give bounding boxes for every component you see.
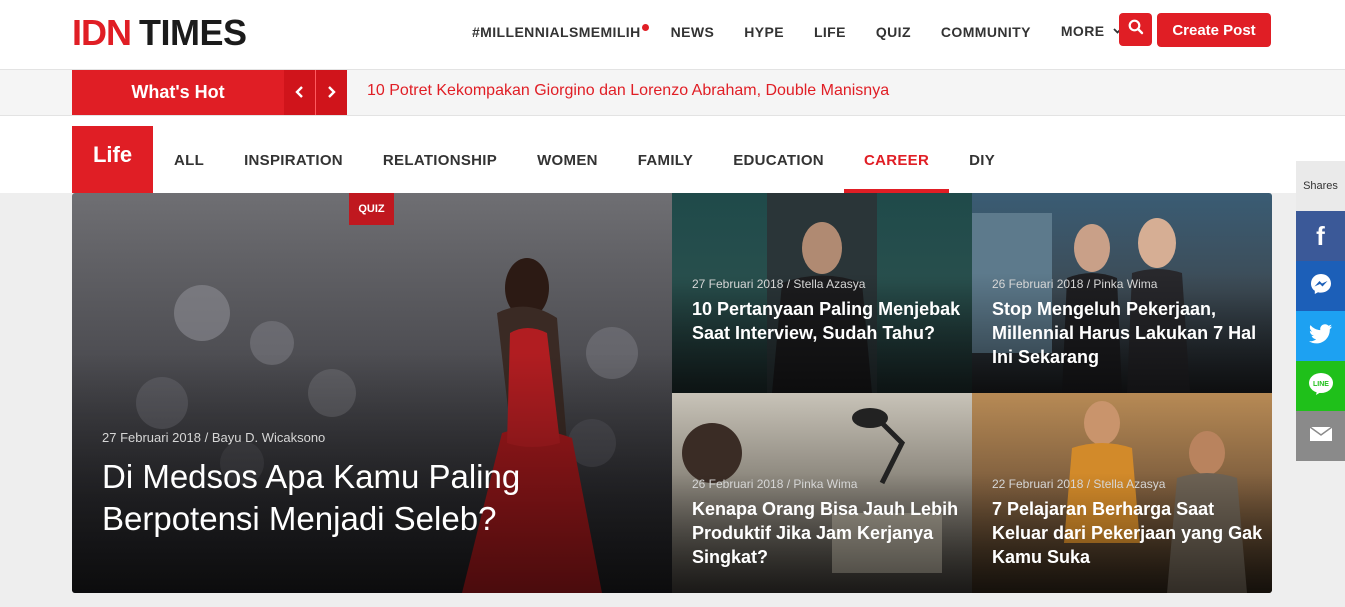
chevron-left-icon <box>295 82 304 103</box>
share-sidebar: Shares f LINE <box>1296 161 1345 461</box>
share-email-button[interactable] <box>1296 411 1345 461</box>
tab-family[interactable]: FAMILY <box>638 152 693 193</box>
svg-text:LINE: LINE <box>1313 381 1329 388</box>
share-twitter-button[interactable] <box>1296 311 1345 361</box>
nav-more[interactable]: MORE <box>1061 22 1122 41</box>
hero-article-title[interactable]: Di Medsos Apa Kamu Paling Berpotensi Men… <box>102 456 602 540</box>
search-icon <box>1128 19 1144 40</box>
notification-dot <box>641 23 649 31</box>
chevron-right-icon <box>327 82 336 103</box>
shares-label: Shares <box>1296 161 1345 211</box>
article-card[interactable]: 22 Februari 2018 / Stella Azasya 7 Pelaj… <box>972 393 1272 593</box>
nav-more-label: MORE <box>1060 23 1105 39</box>
twitter-icon <box>1308 323 1333 349</box>
article-meta: 26 Februari 2018 / Pinka Wima <box>992 277 1158 291</box>
whats-hot-prev-button[interactable] <box>284 70 316 115</box>
site-header: IDN TIMES #MILLENNIALSMEMILIH NEWS HYPE … <box>0 0 1345 70</box>
nav-millennialsmemilih[interactable]: #MILLENNIALSMEMILIH <box>472 23 649 41</box>
nav-quiz[interactable]: QUIZ <box>876 23 911 41</box>
whats-hot-label: What's Hot <box>72 70 284 115</box>
tab-women[interactable]: WOMEN <box>537 152 598 193</box>
article-meta: 26 Februari 2018 / Pinka Wima <box>692 477 858 491</box>
search-button[interactable] <box>1119 13 1152 46</box>
messenger-icon <box>1309 272 1333 301</box>
share-messenger-button[interactable] <box>1296 261 1345 311</box>
quiz-badge: QUIZ <box>349 193 394 225</box>
article-title[interactable]: 10 Pertanyaan Paling Menjebak Saat Inter… <box>692 297 972 345</box>
article-title[interactable]: Kenapa Orang Bisa Jauh Lebih Produktif J… <box>692 497 972 569</box>
tab-diy[interactable]: DIY <box>969 152 995 193</box>
article-card[interactable]: 26 Februari 2018 / Pinka Wima Stop Menge… <box>972 193 1272 393</box>
category-tabs: ALL INSPIRATION RELATIONSHIP WOMEN FAMIL… <box>174 152 1035 193</box>
nav-community[interactable]: COMMUNITY <box>941 23 1031 41</box>
facebook-icon: f <box>1316 220 1325 251</box>
logo-idn: IDN <box>72 12 132 53</box>
share-facebook-button[interactable]: f <box>1296 211 1345 261</box>
tab-all[interactable]: ALL <box>174 152 204 193</box>
tab-education[interactable]: EDUCATION <box>733 152 824 193</box>
idn-times-logo[interactable]: IDN TIMES <box>72 14 247 52</box>
hero-article-card[interactable]: QUIZ 27 Februari 2018 / Bayu D. Wicakson… <box>72 193 672 593</box>
tab-career[interactable]: CAREER <box>843 152 950 193</box>
category-nav: Life ALL INSPIRATION RELATIONSHIP WOMEN … <box>0 116 1345 193</box>
whats-hot-next-button[interactable] <box>316 70 347 115</box>
nav-hype[interactable]: HYPE <box>744 23 784 41</box>
article-title[interactable]: 7 Pelajaran Berharga Saat Keluar dari Pe… <box>992 497 1272 569</box>
hero-article-meta: 27 Februari 2018 / Bayu D. Wicaksono <box>102 430 326 445</box>
article-title[interactable]: Stop Mengeluh Pekerjaan, Millennial Haru… <box>992 297 1272 369</box>
whats-hot-headline-link[interactable]: 10 Potret Kekompakan Giorgino dan Lorenz… <box>367 82 889 100</box>
share-line-button[interactable]: LINE <box>1296 361 1345 411</box>
article-meta: 27 Februari 2018 / Stella Azasya <box>692 277 866 291</box>
tab-relationship[interactable]: RELATIONSHIP <box>383 152 497 193</box>
article-meta: 22 Februari 2018 / Stella Azasya <box>992 477 1166 491</box>
nav-news[interactable]: NEWS <box>671 23 715 41</box>
nav-millennialsmemilih-label: #MILLENNIALSMEMILIH <box>472 23 641 40</box>
logo-times: TIMES <box>139 12 247 53</box>
article-card[interactable]: 27 Februari 2018 / Stella Azasya 10 Pert… <box>672 193 972 393</box>
create-post-button[interactable]: Create Post <box>1157 13 1271 47</box>
article-card[interactable]: 26 Februari 2018 / Pinka Wima Kenapa Ora… <box>672 393 972 593</box>
email-icon <box>1309 425 1333 447</box>
category-title[interactable]: Life <box>72 126 153 193</box>
line-icon: LINE <box>1308 372 1334 401</box>
tab-inspiration[interactable]: INSPIRATION <box>244 152 343 193</box>
main-nav: #MILLENNIALSMEMILIH NEWS HYPE LIFE QUIZ … <box>472 22 1152 41</box>
whats-hot-bar: What's Hot 10 Potret Kekompakan Giorgino… <box>0 70 1345 116</box>
nav-life[interactable]: LIFE <box>814 23 846 41</box>
